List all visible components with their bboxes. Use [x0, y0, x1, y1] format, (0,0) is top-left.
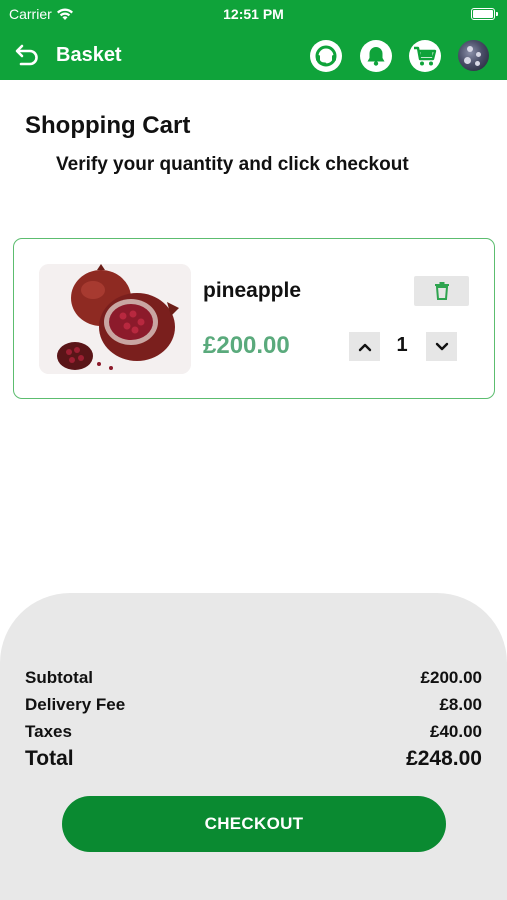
product-price: £200.00 — [203, 332, 290, 359]
taxes-value: £40.00 — [430, 722, 482, 741]
status-time: 12:51 PM — [223, 6, 284, 22]
delivery-fee-value: £8.00 — [439, 695, 482, 714]
chevron-up-icon — [358, 343, 371, 351]
delete-item-button[interactable] — [414, 276, 469, 306]
support-chat-icon[interactable] — [310, 40, 342, 72]
page-subtitle: Verify your quantity and click checkout — [56, 154, 409, 175]
delivery-fee-row: Delivery Fee £8.00 — [25, 695, 482, 715]
header-title: Basket — [56, 44, 122, 66]
cart-icon[interactable] — [409, 40, 441, 72]
taxes-label: Taxes — [25, 722, 72, 741]
quantity-value: 1 — [396, 334, 408, 356]
bell-icon[interactable] — [360, 40, 392, 72]
product-name: pineapple — [203, 279, 302, 302]
cart-item-card: pineapple £200.00 1 — [13, 238, 495, 399]
subtotal-label: Subtotal — [25, 668, 93, 687]
status-bar: Carrier 12:51 PM — [0, 0, 507, 30]
total-label: Total — [25, 747, 74, 770]
total-row: Total £248.00 — [25, 747, 482, 771]
subtotal-row: Subtotal £200.00 — [25, 668, 482, 688]
quantity-increase-button[interactable] — [349, 332, 380, 361]
chevron-down-icon — [435, 342, 448, 350]
page-title: Shopping Cart — [25, 112, 191, 139]
app-header: Basket — [0, 30, 507, 80]
back-arrow-icon[interactable] — [14, 42, 42, 68]
trash-icon — [434, 282, 449, 300]
battery-icon — [471, 8, 498, 20]
avatar[interactable] — [458, 40, 489, 71]
pomegranate-image — [39, 264, 191, 374]
quantity-decrease-button[interactable] — [426, 332, 457, 361]
delivery-fee-label: Delivery Fee — [25, 695, 126, 714]
taxes-row: Taxes £40.00 — [25, 722, 482, 742]
checkout-button[interactable]: CHECKOUT — [62, 796, 446, 852]
subtotal-value: £200.00 — [420, 668, 482, 687]
total-value: £248.00 — [406, 747, 482, 770]
